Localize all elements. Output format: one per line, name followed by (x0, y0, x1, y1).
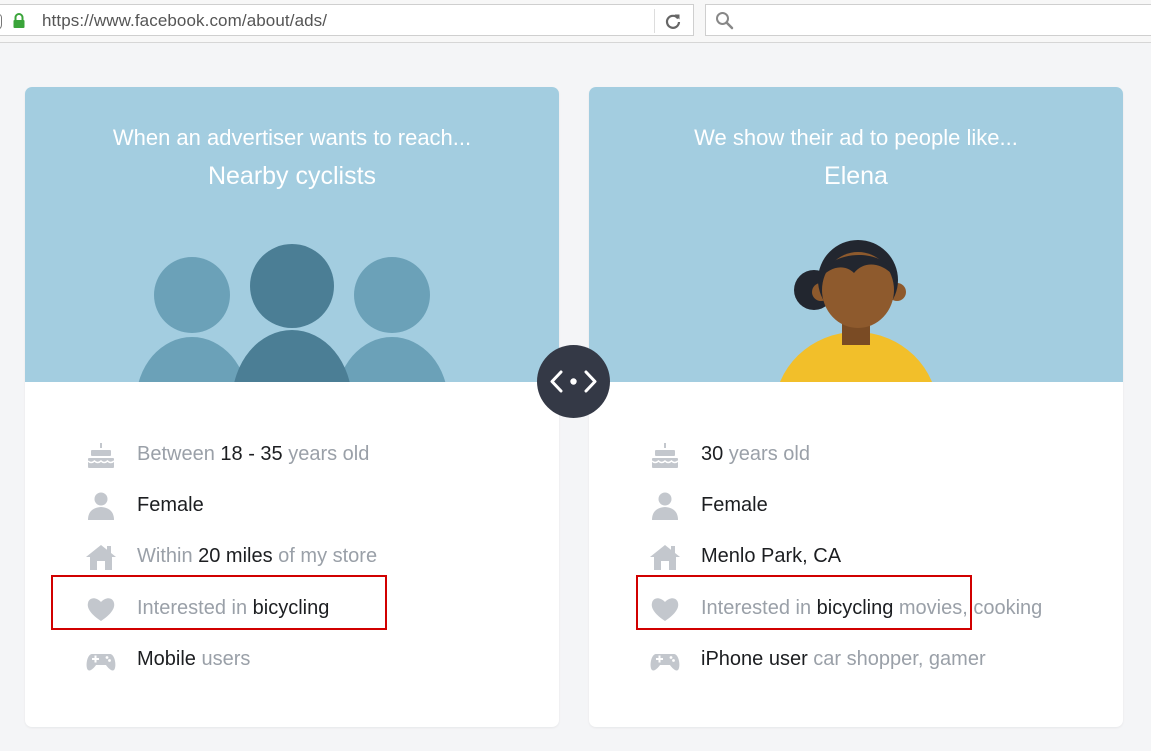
audience-header: When an advertiser wants to reach... Nea… (25, 87, 559, 382)
attribute-text: Within 20 miles of my store (137, 545, 378, 567)
search-bar[interactable] (705, 4, 1151, 36)
address-bar[interactable]: https://www.facebook.com/about/ads/ (0, 4, 694, 36)
attribute-device: Mobile users (25, 639, 559, 679)
card-title: Elena (824, 162, 888, 190)
card-subtitle: When an advertiser wants to reach... (112, 125, 472, 150)
url-text: https://www.facebook.com/about/ads/ (42, 11, 328, 30)
attribute-text: Female (137, 494, 204, 516)
house-icon (650, 545, 680, 570)
house-icon (86, 545, 116, 570)
attribute-text: Menlo Park, CA (701, 545, 842, 567)
card-subtitle: We show their ad to people like... (694, 125, 1018, 150)
attribute-text: Mobile users (137, 648, 251, 670)
attribute-location: Menlo Park, CA (589, 536, 1123, 576)
person-icon (652, 492, 678, 520)
compare-toggle-button[interactable] (537, 345, 610, 418)
person-header: We show their ad to people like... Elena (589, 87, 1123, 382)
attribute-gender: Female (589, 485, 1123, 525)
birthday-cake-icon (87, 443, 115, 468)
attribute-gender: Female (25, 485, 559, 525)
attribute-age: 30 years old (589, 434, 1123, 474)
attribute-location: Within 20 miles of my store (25, 536, 559, 576)
search-icon (716, 12, 734, 30)
attribute-text: iPhone user car shopper, gamer (701, 648, 986, 670)
audience-card: When an advertiser wants to reach... Nea… (25, 87, 559, 727)
attribute-text: 30 years old (701, 443, 810, 465)
divider (654, 9, 655, 33)
highlight-box-right (636, 575, 972, 630)
person-icon (88, 492, 114, 520)
highlight-box-left (51, 575, 387, 630)
birthday-cake-icon (651, 443, 679, 468)
code-arrows-icon (550, 370, 597, 393)
person-card: We show their ad to people like... Elena… (589, 87, 1123, 727)
attribute-device: iPhone user car shopper, gamer (589, 639, 1123, 679)
shield-icon (0, 14, 2, 30)
card-title: Nearby cyclists (207, 162, 377, 190)
browser-toolbar: https://www.facebook.com/about/ads/ (0, 0, 1151, 43)
gamepad-icon (650, 654, 680, 671)
attribute-text: Female (701, 494, 768, 516)
gamepad-icon (86, 654, 116, 671)
reload-icon[interactable] (664, 12, 682, 30)
attribute-text: Between 18 - 35 years old (137, 443, 370, 465)
lock-icon (13, 13, 25, 28)
attribute-age: Between 18 - 35 years old (25, 434, 559, 474)
